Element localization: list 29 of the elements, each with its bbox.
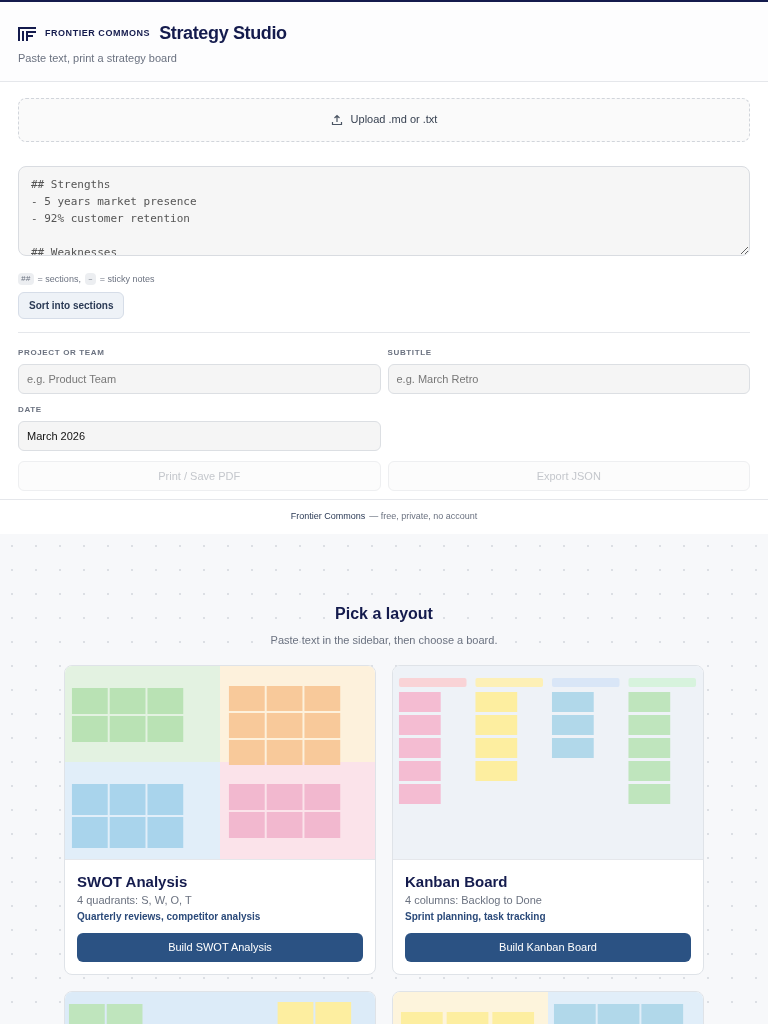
upload-icon — [330, 113, 343, 126]
layout-description: 4 columns: Backlog to Done — [405, 893, 543, 908]
footer-link[interactable]: Frontier Commons — [290, 510, 366, 524]
syntax-hint: = sections, — [37, 272, 81, 286]
syntax-hint: = sticky notes — [99, 272, 155, 286]
upload-dropzone[interactable]: Upload .md or .txt — [18, 97, 750, 142]
build-button[interactable]: Build SWOT Analysis — [77, 933, 363, 962]
layout-title: Kanban Board — [405, 872, 509, 892]
sort-button[interactable]: Sort into sections — [18, 292, 125, 319]
gallery-subtitle: Paste text in the sidebar, then choose a board. — [269, 632, 499, 648]
layout-description: 4 quadrants: S, W, O, T — [77, 893, 193, 908]
field-label: SUBTITLE — [387, 347, 433, 359]
app-tagline: Paste text, print a strategy board — [18, 51, 178, 66]
syntax-code: ## — [18, 273, 34, 286]
syntax-code: – — [84, 273, 96, 286]
layout-title: SWOT Analysis — [77, 872, 189, 892]
build-button[interactable]: Build Kanban Board — [405, 933, 691, 962]
gallery-title: Pick a layout — [334, 603, 434, 624]
text-field[interactable]: e.g. Product Team — [18, 364, 381, 394]
text-field[interactable]: e.g. March Retro — [387, 364, 750, 394]
field-label: PROJECT OR TEAM — [18, 347, 106, 359]
brand-name: FRONTIER COMMONS — [45, 26, 151, 40]
layout-use-cases: Sprint planning, task tracking — [405, 910, 547, 924]
text-field[interactable]: March 2026 — [18, 421, 381, 451]
field-label: DATE — [18, 404, 43, 416]
logo-icon — [18, 26, 36, 41]
app-title: Strategy Studio — [159, 22, 287, 45]
layout-use-cases: Quarterly reviews, competitor analysis — [77, 910, 262, 924]
footer-text: — free, private, no account — [369, 510, 478, 523]
